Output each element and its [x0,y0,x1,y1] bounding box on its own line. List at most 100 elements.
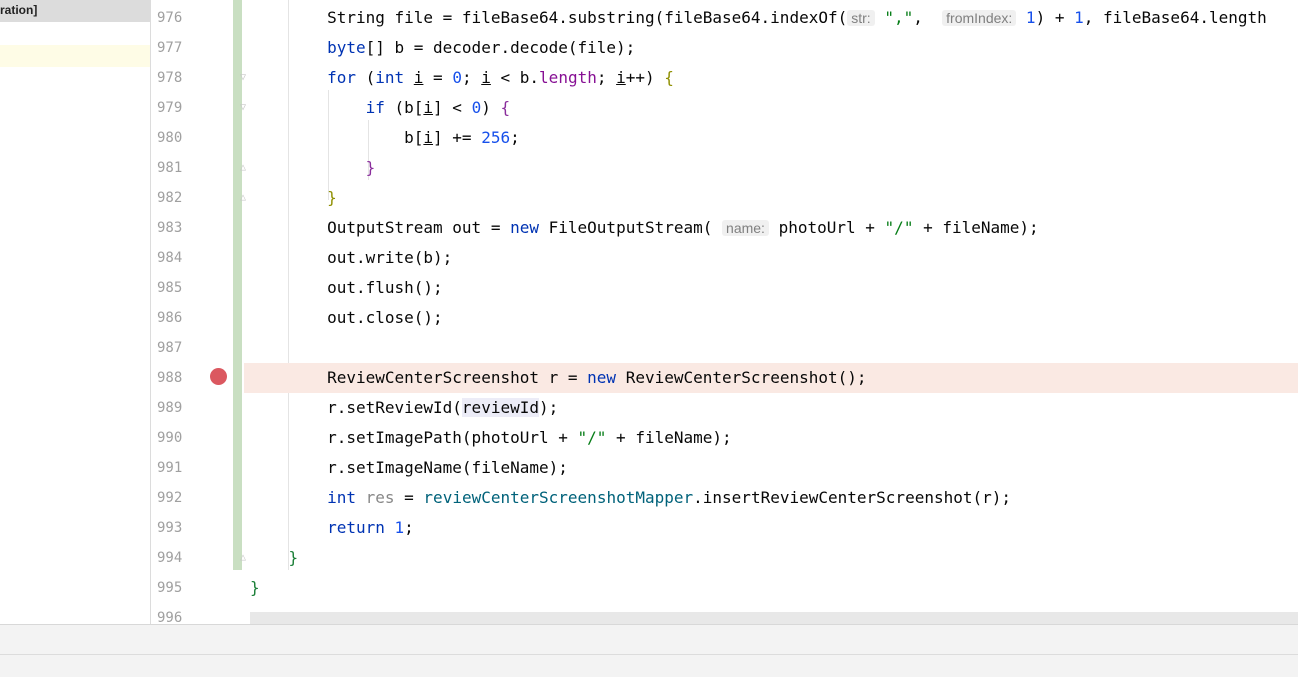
line-number[interactable]: 992 [157,483,197,513]
code-token: i [413,68,424,87]
code-line[interactable]: OutputStream out = new FileOutputStream(… [244,213,1298,243]
code-line[interactable]: return 1; [244,513,1298,543]
fold-open-icon[interactable]: ▽ [238,103,248,113]
code-token: 256 [481,128,511,147]
line-number[interactable]: 976 [157,3,197,33]
line-number[interactable]: 979 [157,93,197,123]
code-token: ++) [625,68,665,87]
line-number[interactable]: 977 [157,33,197,63]
fold-close-icon[interactable]: △ [238,193,248,203]
code-line[interactable]: out.close(); [244,303,1298,333]
code-token: ReviewCenterScreenshot(); [616,368,867,387]
code-token: reviewId [461,398,539,417]
line-number[interactable]: 985 [157,273,197,303]
parameter-hint: fromIndex: [942,10,1017,26]
code-token: { [664,68,674,87]
line-number[interactable]: 978 [157,63,197,93]
line-number[interactable]: 993 [157,513,197,543]
code-line[interactable]: } [244,543,1298,573]
code-token: { [500,98,511,117]
code-line[interactable]: if (b[i] < 0) { [244,93,1298,123]
project-panel-tab[interactable]: ration] [0,0,150,22]
fold-close-icon[interactable]: △ [238,163,248,173]
code-token: "/" [577,428,607,447]
code-token: < b. [490,68,540,87]
code-token: ) + [1035,8,1075,27]
line-number[interactable]: 991 [157,453,197,483]
code-line[interactable]: for (int i = 0; i < b.length; i++) { [244,63,1298,93]
code-token: new [510,218,539,237]
code-token: if [365,98,385,117]
line-number[interactable]: 982 [157,183,197,213]
code-token: OutputStream out = [250,218,511,237]
code-token: return [327,518,385,537]
code-line[interactable]: ReviewCenterScreenshot r = new ReviewCen… [244,363,1298,393]
line-number[interactable]: 986 [157,303,197,333]
code-token: int [375,68,405,87]
line-number[interactable]: 983 [157,213,197,243]
code-token: .insertReviewCenterScreenshot(r); [693,488,1012,507]
code-token: new [587,368,617,387]
breakpoint-icon[interactable] [210,368,227,385]
line-number[interactable]: 990 [157,423,197,453]
code-line[interactable]: b[i] += 256; [244,123,1298,153]
code-token: photoUrl + [768,218,885,237]
code-token: ; [596,68,617,87]
code-token: 0 [452,68,462,87]
code-token: (b[ [384,98,424,117]
code-token: } [250,578,260,597]
code-token: ] < [433,98,472,117]
line-number-gutter[interactable]: 976 977 978 979 980 981 982 983 984 985 986 987 988 9… [151,0,233,626]
code-line[interactable]: byte[] b = decoder.decode(file); [244,33,1298,63]
code-line[interactable]: String file = fileBase64.substring(fileB… [244,3,1298,33]
code-line[interactable]: } [244,153,1298,183]
code-token: = [423,68,453,87]
fold-close-icon[interactable]: △ [238,553,248,563]
code-token: byte [327,38,366,57]
line-number[interactable]: 980 [157,123,197,153]
code-token: ( [355,68,376,87]
code-token: res [365,488,395,507]
code-line[interactable]: out.write(b); [244,243,1298,273]
code-line[interactable] [244,333,1298,363]
line-number[interactable]: 995 [157,573,197,603]
code-line[interactable]: r.setImagePath(photoUrl + "/" + fileName… [244,423,1298,453]
line-number[interactable]: 988 [157,363,197,393]
status-bar [0,654,1298,677]
code-token: b[ [250,128,424,147]
code-token: ) [481,98,501,117]
code-token: ; [510,128,520,147]
code-token: out.close(); [250,308,443,327]
parameter-hint: str: [847,10,875,26]
code-line[interactable]: int res = reviewCenterScreenshotMapper.i… [244,483,1298,513]
code-editor[interactable]: String file = fileBase64.substring(fileB… [244,0,1298,612]
horizontal-scrollbar[interactable] [250,612,1298,624]
code-token: ; [404,518,414,537]
code-line[interactable]: out.flush(); [244,273,1298,303]
code-token: r.setImagePath(photoUrl + [250,428,578,447]
code-line[interactable] [244,603,1298,612]
code-line[interactable]: r.setReviewId(reviewId); [244,393,1298,423]
code-token: , fileBase64.length [1083,8,1267,27]
code-token: out.flush(); [250,278,443,297]
code-token: i [423,128,434,147]
line-number[interactable]: 994 [157,543,197,573]
code-line[interactable]: } [244,573,1298,603]
vcs-change-marker[interactable] [233,0,242,570]
project-panel-selected-row[interactable] [0,45,150,67]
code-line[interactable]: r.setImageName(fileName); [244,453,1298,483]
line-number[interactable]: 989 [157,393,197,423]
line-number[interactable]: 984 [157,243,197,273]
fold-open-icon[interactable]: ▽ [238,73,248,83]
line-number[interactable]: 981 [157,153,197,183]
code-line[interactable]: } [244,183,1298,213]
line-number[interactable]: 987 [157,333,197,363]
